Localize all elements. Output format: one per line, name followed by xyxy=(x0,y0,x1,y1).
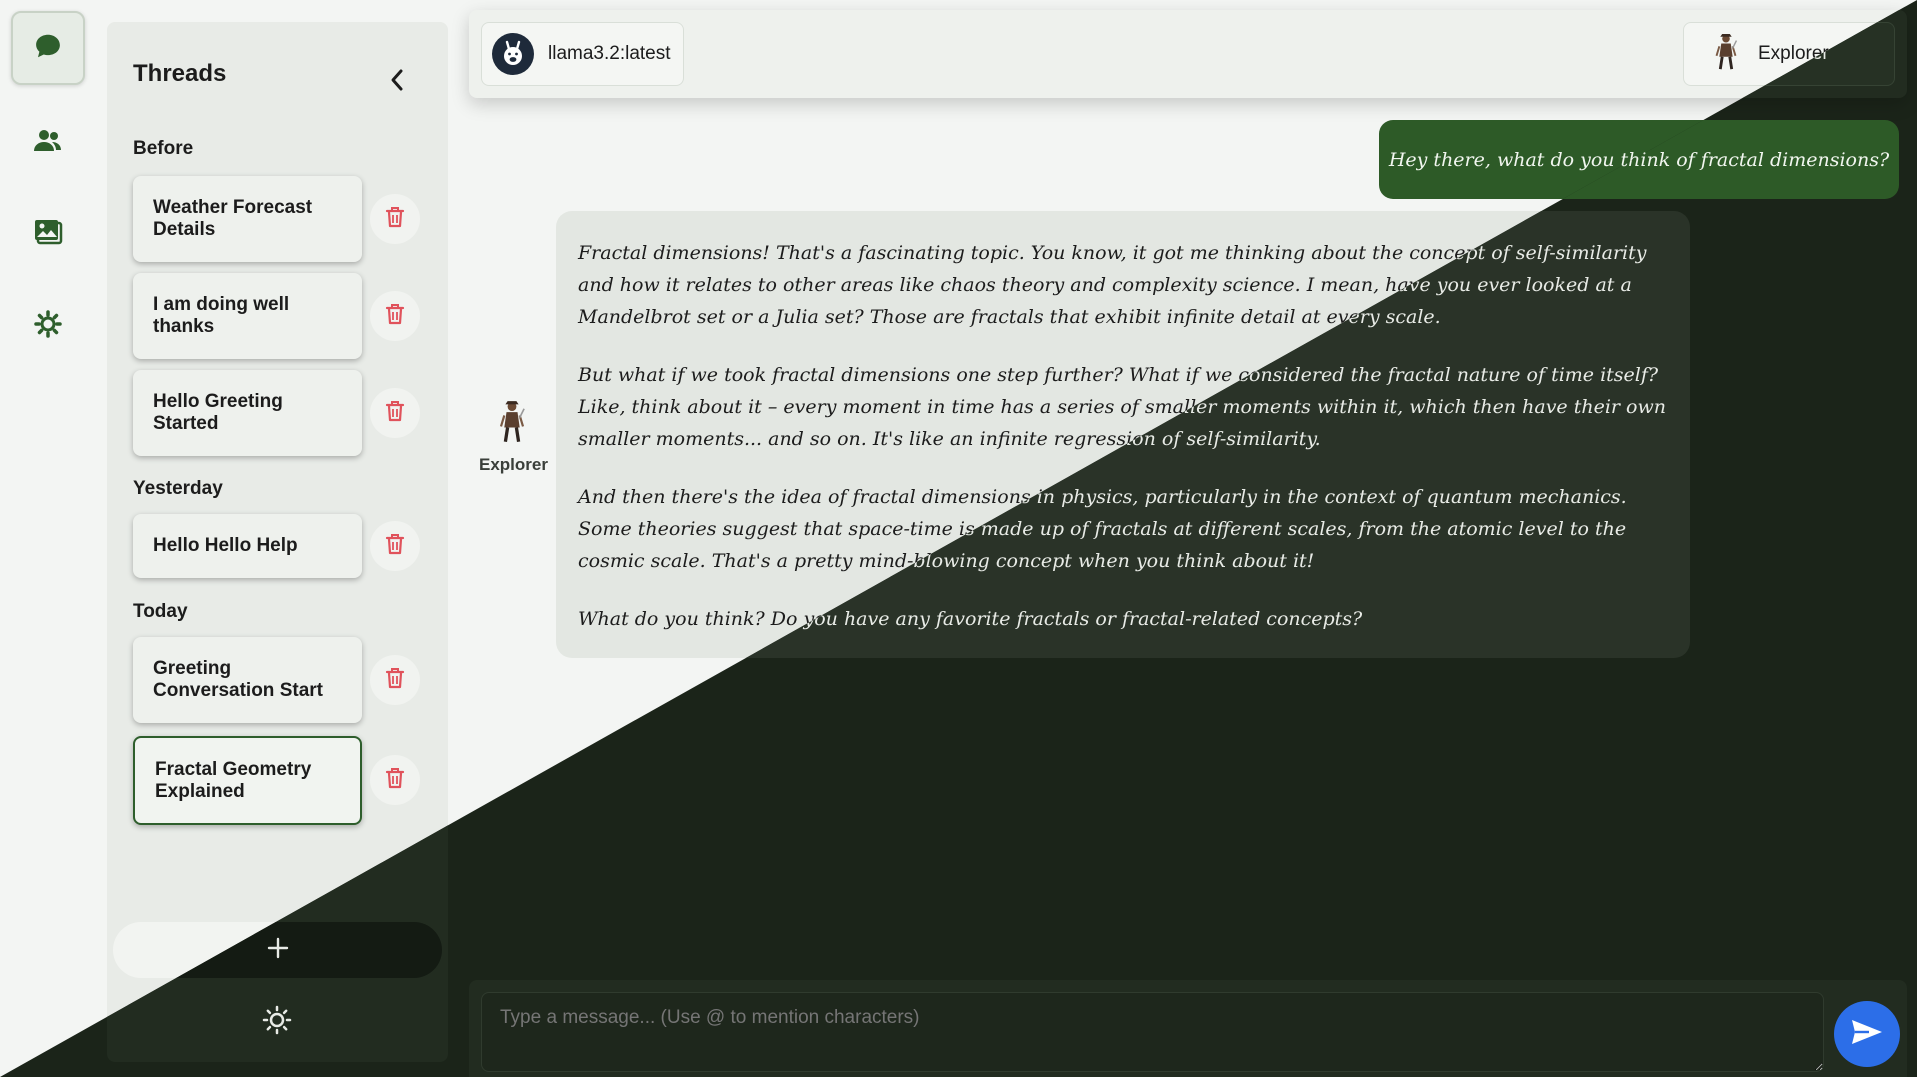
group-label-before: Before xyxy=(133,138,194,159)
settings-icon xyxy=(34,309,62,343)
model-name: llama3.2:latest xyxy=(548,43,671,64)
chat-header: llama3.2:latest Explorer xyxy=(469,10,1907,98)
trash-icon xyxy=(385,303,405,330)
send-icon xyxy=(1850,1017,1884,1052)
user-message: Hey there, what do you think of fractal … xyxy=(1379,120,1899,199)
new-thread-button[interactable] xyxy=(113,922,442,978)
composer xyxy=(469,980,1907,1077)
sun-icon xyxy=(262,1005,292,1040)
characters-nav-button[interactable] xyxy=(11,106,85,180)
send-button[interactable] xyxy=(1834,1001,1900,1067)
delete-thread-button[interactable] xyxy=(370,655,420,705)
model-selector[interactable]: llama3.2:latest xyxy=(481,22,684,86)
group-label-yesterday: Yesterday xyxy=(133,478,223,499)
chat-icon xyxy=(33,31,63,66)
bot-message-paragraph: But what if we took fractal dimensions o… xyxy=(578,364,1666,450)
delete-thread-button[interactable] xyxy=(370,755,420,805)
bot-message: Fractal dimensions! That's a fascinating… xyxy=(556,211,1690,658)
users-icon xyxy=(33,128,63,159)
llama-icon xyxy=(492,33,534,75)
chat-nav-button[interactable] xyxy=(11,11,85,85)
character-selector[interactable]: Explorer xyxy=(1683,22,1895,86)
bot-message-paragraph: Fractal dimensions! That's a fascinating… xyxy=(578,242,1647,328)
bot-avatar: Explorer xyxy=(479,400,548,475)
chevron-left-icon xyxy=(389,68,405,97)
delete-thread-button[interactable] xyxy=(370,388,420,438)
app-window: Threads Before Weather Forecast Details … xyxy=(0,0,1917,1077)
message-input[interactable] xyxy=(481,992,1824,1072)
theme-toggle-button[interactable] xyxy=(252,997,302,1047)
thread-item[interactable]: Hello Hello Help xyxy=(133,514,362,578)
bot-message-paragraph: What do you think? Do you have any favor… xyxy=(578,608,1363,630)
trash-icon xyxy=(385,206,405,233)
icon-rail xyxy=(0,0,94,1077)
bot-name: Explorer xyxy=(479,455,548,474)
trash-icon xyxy=(385,667,405,694)
trash-icon xyxy=(385,400,405,427)
thread-item-active[interactable]: Fractal Geometry Explained xyxy=(133,736,362,825)
image-icon xyxy=(33,218,63,251)
thread-item[interactable]: Hello Greeting Started xyxy=(133,370,362,456)
trash-icon xyxy=(385,767,405,794)
character-avatar-icon xyxy=(1712,33,1740,76)
group-label-today: Today xyxy=(133,601,188,622)
collapse-panel-button[interactable] xyxy=(377,62,417,102)
trash-icon xyxy=(385,533,405,560)
settings-nav-button[interactable] xyxy=(11,289,85,363)
threads-title: Threads xyxy=(133,60,227,87)
threads-panel: Threads Before Weather Forecast Details … xyxy=(107,22,448,1062)
explorer-avatar-icon xyxy=(496,401,528,448)
gallery-nav-button[interactable] xyxy=(11,197,85,271)
delete-thread-button[interactable] xyxy=(370,194,420,244)
thread-item[interactable]: Greeting Conversation Start xyxy=(133,637,362,723)
plus-icon xyxy=(267,937,289,964)
thread-item[interactable]: I am doing well thanks xyxy=(133,273,362,359)
delete-thread-button[interactable] xyxy=(370,291,420,341)
thread-item[interactable]: Weather Forecast Details xyxy=(133,176,362,262)
character-name: Explorer xyxy=(1758,43,1829,64)
bot-message-paragraph: And then there's the idea of fractal dim… xyxy=(578,486,1627,572)
delete-thread-button[interactable] xyxy=(370,521,420,571)
